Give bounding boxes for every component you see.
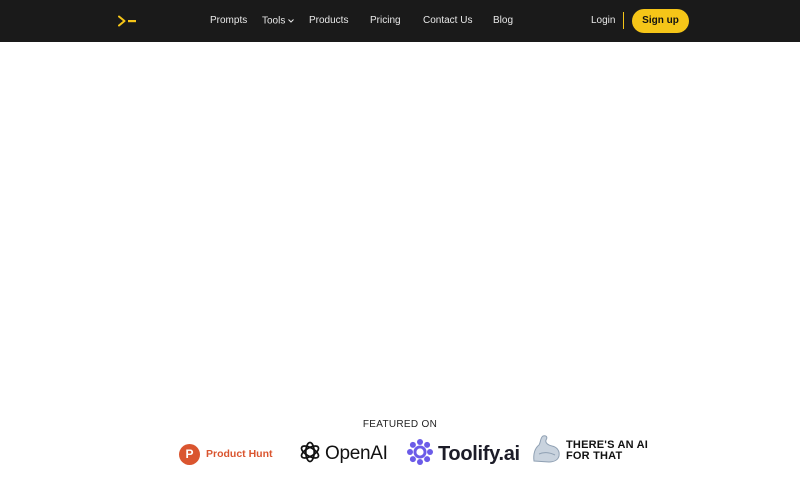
nav-link-blog[interactable]: Blog <box>493 0 513 42</box>
nav-link-contact-us[interactable]: Contact Us <box>423 0 472 42</box>
product-hunt-label: Product Hunt <box>206 448 273 460</box>
product-hunt-logo[interactable]: P Product Hunt <box>179 443 273 465</box>
nav-link-products[interactable]: Products <box>309 0 348 42</box>
terminal-prompt-icon[interactable] <box>118 15 138 27</box>
nav-link-pricing[interactable]: Pricing <box>370 0 401 42</box>
theres-an-ai-for-that-logo[interactable]: THERE'S AN AI FOR THAT <box>531 434 648 469</box>
signup-button[interactable]: Sign up <box>632 9 689 33</box>
top-navigation-bar: Prompts Tools Products Pricing Contact U… <box>0 0 800 42</box>
login-link[interactable]: Login <box>591 0 615 42</box>
openai-label: OpenAI <box>325 443 388 464</box>
nav-link-tools[interactable]: Tools <box>262 0 295 42</box>
chevron-down-icon <box>288 0 295 42</box>
featured-on-heading: FEATURED ON <box>362 419 438 430</box>
nav-link-prompts[interactable]: Prompts <box>210 0 247 42</box>
openai-icon <box>298 440 322 469</box>
robot-arm-icon <box>531 434 561 469</box>
product-hunt-icon: P <box>179 443 200 465</box>
openai-logo[interactable]: OpenAI <box>298 440 388 469</box>
taaft-label-line2: FOR THAT <box>566 450 623 462</box>
taaft-label: THERE'S AN AI FOR THAT <box>566 440 648 462</box>
nav-divider <box>623 12 624 29</box>
toolify-logo[interactable]: Toolify.ai <box>407 438 520 470</box>
nav-link-tools-label: Tools <box>262 15 286 27</box>
toolify-label: Toolify.ai <box>438 442 520 465</box>
toolify-icon <box>407 438 433 470</box>
